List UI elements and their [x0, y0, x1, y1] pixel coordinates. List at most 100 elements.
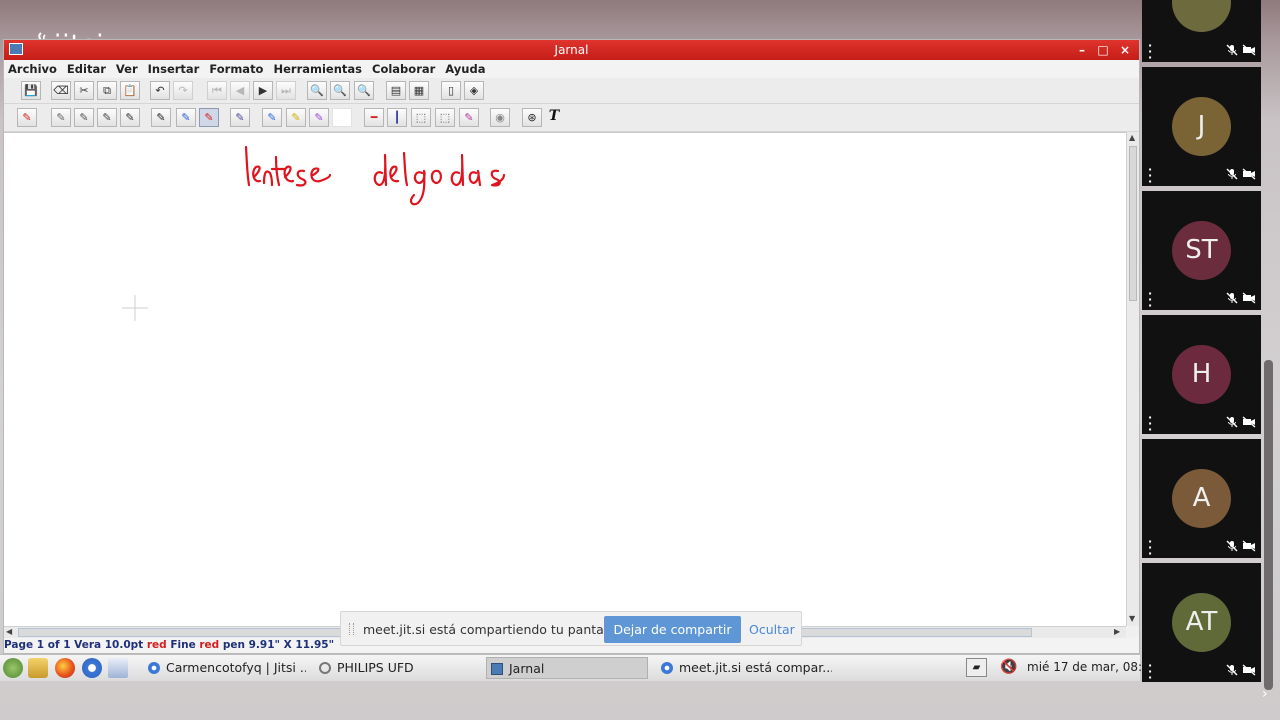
background-button[interactable]: ◈ — [464, 81, 484, 100]
drive-icon — [319, 662, 331, 674]
highlighter-purple-button[interactable]: ✎ — [309, 108, 329, 127]
scroll-left-icon[interactable]: ◀ — [6, 627, 12, 636]
notes-launcher-icon[interactable] — [28, 658, 48, 678]
undo-button[interactable]: ↶ — [150, 81, 170, 100]
menu-archivo[interactable]: Archivo — [4, 60, 62, 78]
text-button[interactable]: T — [544, 108, 564, 127]
pen-heavy-button[interactable]: ✎ — [120, 108, 140, 127]
volume-muted-icon[interactable]: 🔇 — [1000, 659, 1017, 675]
menu-editar[interactable]: Editar — [62, 60, 111, 78]
camera-off-icon — [1242, 44, 1256, 56]
zoom-out-button[interactable]: 🔍 — [330, 81, 350, 100]
participant-tile[interactable]: ST · · · — [1142, 191, 1261, 311]
menu-formato[interactable]: Formato — [204, 60, 268, 78]
paste-button[interactable]: 📋 — [120, 81, 140, 100]
participant-avatar: J — [1172, 97, 1231, 156]
next-page-button[interactable]: ▶ — [253, 81, 273, 100]
scroll-up-icon[interactable]: ▲ — [1129, 133, 1135, 142]
filmstrip-scrollbar[interactable] — [1264, 360, 1273, 690]
more-options-icon[interactable]: · · · — [1148, 40, 1152, 63]
task-jitsi-browser[interactable]: Carmencotofyq | Jitsi ... — [144, 657, 306, 679]
pen-thick-button[interactable]: ✎ — [97, 108, 117, 127]
chromium-icon — [661, 662, 673, 674]
pen-black-button[interactable]: ✎ — [151, 108, 171, 127]
chevron-right-icon[interactable]: › — [1262, 686, 1268, 702]
tray-clock[interactable]: mié 17 de mar, 08:31 — [1027, 660, 1157, 674]
title-bar[interactable]: Jarnal – □ × — [4, 40, 1139, 60]
files-launcher-icon[interactable] — [108, 658, 128, 678]
maximize-button[interactable]: □ — [1095, 42, 1111, 58]
select-region-button[interactable]: ⬚ — [435, 108, 455, 127]
menu-ayuda[interactable]: Ayuda — [440, 60, 490, 78]
menu-bar: Archivo Editar Ver Insertar Formato Herramien… — [4, 60, 1139, 78]
camera-off-icon — [1242, 664, 1256, 676]
participant-tile[interactable]: · · · — [1142, 0, 1261, 63]
more-options-icon[interactable]: · · · — [1148, 412, 1152, 435]
participant-avatar: H — [1172, 345, 1231, 404]
zoom-in-button[interactable]: 🔍 — [307, 81, 327, 100]
more-options-icon[interactable]: · · · — [1148, 536, 1152, 559]
task-philips-ufd[interactable]: PHILIPS UFD — [315, 657, 475, 679]
participant-tile[interactable]: J · · · — [1142, 67, 1261, 187]
taskbar: Carmencotofyq | Jitsi ... PHILIPS UFD Ja… — [0, 654, 1157, 681]
zoom-fit-button[interactable]: 🔍 — [354, 81, 374, 100]
drag-handle-icon[interactable] — [349, 623, 354, 635]
stamp-button[interactable]: ◉ — [490, 108, 510, 127]
task-meet-sharing[interactable]: meet.jit.si está compar... — [657, 657, 832, 679]
mic-muted-icon — [1226, 540, 1238, 552]
eraser-button[interactable]: ⌫ — [51, 81, 71, 100]
grid-layout-button[interactable]: ▦ — [409, 81, 429, 100]
menu-herramientas[interactable]: Herramientas — [268, 60, 367, 78]
link-button[interactable]: ⊛ — [522, 108, 542, 127]
menu-insertar[interactable]: Insertar — [143, 60, 205, 78]
redo-button[interactable]: ↷ — [173, 81, 193, 100]
stop-sharing-button[interactable]: Dejar de compartir — [604, 616, 741, 643]
select-button[interactable]: ⬚ — [411, 108, 431, 127]
vertical-scrollbar[interactable]: ▲ ▼ — [1126, 132, 1139, 626]
more-options-icon[interactable]: · · · — [1148, 164, 1152, 187]
scroll-down-icon[interactable]: ▼ — [1129, 614, 1135, 623]
menu-ver[interactable]: Ver — [111, 60, 143, 78]
marker-button[interactable]: ✎ — [459, 108, 479, 127]
more-options-icon[interactable]: · · · — [1148, 288, 1152, 311]
participant-tile[interactable]: H · · · — [1142, 315, 1261, 435]
vertical-scroll-thumb[interactable] — [1129, 146, 1137, 301]
task-jarnal[interactable]: Jarnal — [486, 657, 648, 679]
pen-red-button[interactable]: ✎ — [199, 108, 219, 127]
new-page-button[interactable]: ▯ — [441, 81, 461, 100]
line-vertical-button[interactable]: ┃ — [387, 108, 407, 127]
settings-launcher-icon[interactable] — [3, 658, 23, 678]
mic-muted-icon — [1226, 664, 1238, 676]
first-page-button[interactable]: ⏮ — [207, 81, 227, 100]
pen-default-button[interactable]: ✎ — [17, 108, 37, 127]
copy-button[interactable]: ⧉ — [97, 81, 117, 100]
cut-button[interactable]: ✂ — [74, 81, 94, 100]
pen-blue-button[interactable]: ✎ — [176, 108, 196, 127]
chromium-launcher-icon[interactable] — [82, 658, 102, 678]
hide-button[interactable]: Ocultar — [749, 622, 795, 637]
prev-page-button[interactable]: ◀ — [230, 81, 250, 100]
more-options-icon[interactable]: · · · — [1148, 660, 1152, 683]
blank-button[interactable] — [332, 108, 352, 127]
camera-off-icon — [1242, 416, 1256, 428]
tray-app-icon[interactable]: ▰ — [966, 658, 987, 677]
chromium-icon — [148, 662, 160, 674]
menu-colaborar[interactable]: Colaborar — [367, 60, 440, 78]
close-button[interactable]: × — [1117, 42, 1133, 58]
scroll-right-icon[interactable]: ▶ — [1114, 627, 1120, 636]
pen-medium-button[interactable]: ✎ — [74, 108, 94, 127]
pen-colors-button[interactable]: ✎ — [230, 108, 250, 127]
pen-thin-button[interactable]: ✎ — [51, 108, 71, 127]
page-layout-button[interactable]: ▤ — [386, 81, 406, 100]
firefox-launcher-icon[interactable] — [55, 658, 75, 678]
last-page-button[interactable]: ⏭ — [276, 81, 296, 100]
participant-tile[interactable]: AT · · · — [1142, 563, 1261, 683]
line-red-button[interactable]: ━ — [364, 108, 384, 127]
highlighter-yellow-button[interactable]: ✎ — [286, 108, 306, 127]
participant-tile[interactable]: A · · · — [1142, 439, 1261, 559]
minimize-button[interactable]: – — [1074, 42, 1090, 58]
drawing-canvas[interactable] — [4, 132, 1126, 629]
pen-green-button[interactable]: ✎ — [262, 108, 282, 127]
status-pen-size: pen 9.91" X 11.95" — [219, 639, 335, 651]
save-button[interactable]: 💾 — [21, 81, 41, 100]
